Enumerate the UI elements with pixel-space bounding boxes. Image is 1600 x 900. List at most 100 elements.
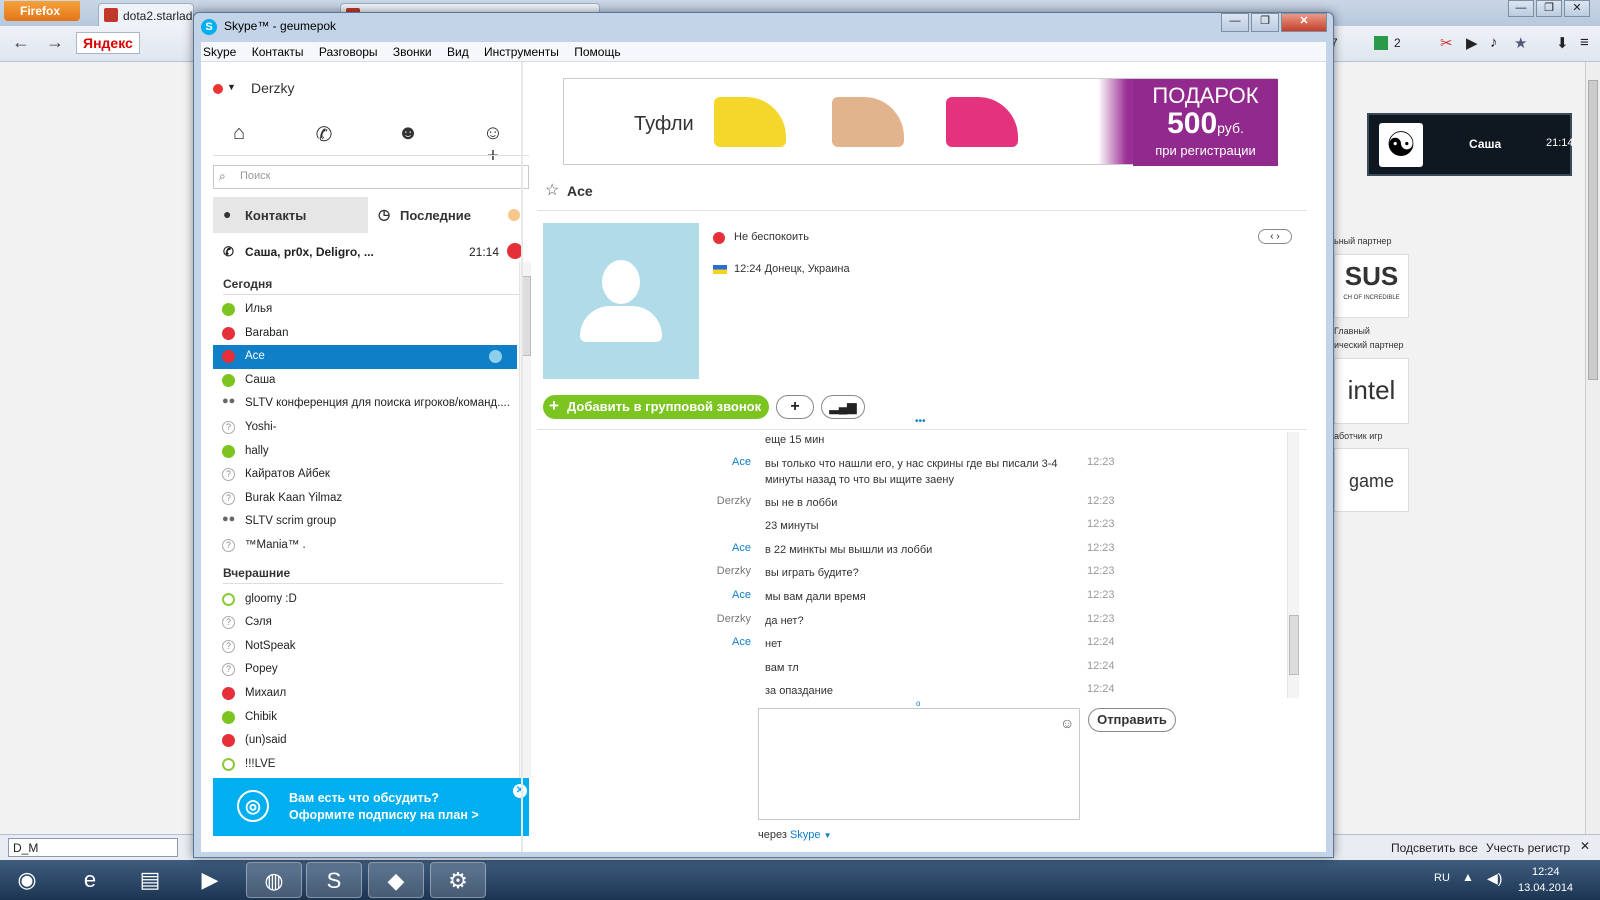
list-item[interactable]: ? Сэля — [213, 611, 517, 635]
minimize-icon[interactable]: — — [1221, 13, 1249, 32]
message-text: еще 15 мин — [765, 434, 825, 446]
list-item[interactable]: Ace — [213, 345, 517, 370]
contacts-group-icon[interactable]: ☻ — [393, 122, 423, 148]
group-yesterday: Вчерашние — [223, 565, 291, 580]
highlight-all-button[interactable]: Подсветить все — [1391, 841, 1478, 855]
addon-counter-2[interactable]: 2 — [1394, 36, 1401, 50]
yandex-address[interactable]: Яндекс — [76, 32, 140, 54]
close-icon[interactable]: ✕ — [1580, 839, 1590, 853]
steam-icon[interactable]: ⚙ — [430, 862, 486, 898]
ad-text: Туфли — [634, 113, 694, 135]
volume-icon[interactable]: ◀) — [1487, 870, 1502, 887]
game-logo[interactable]: game — [1334, 448, 1409, 512]
list-item[interactable]: Михаил — [213, 682, 517, 706]
maximize-icon[interactable]: ❐ — [1536, 0, 1562, 17]
add-plus-button[interactable]: + — [776, 395, 814, 419]
emoticon-icon[interactable]: ☺ — [1060, 715, 1074, 731]
list-item[interactable]: gloomy :D — [213, 588, 517, 612]
list-item[interactable]: Илья — [213, 298, 517, 322]
list-item[interactable]: ●● SLTV scrim group — [213, 510, 517, 534]
phone-icon[interactable]: ✆ — [309, 122, 339, 148]
list-item[interactable]: Baraban — [213, 322, 517, 346]
list-item[interactable]: Chibik — [213, 706, 517, 730]
addon-icon[interactable] — [1374, 36, 1388, 50]
home-icon[interactable]: ⌂ — [224, 122, 254, 148]
browser-tab[interactable]: dota2.starlad — [98, 3, 194, 26]
chat-notification[interactable]: ☯ Саша 21:14 — [1367, 113, 1574, 176]
back-icon[interactable]: ← — [12, 32, 30, 53]
page-scrollbar[interactable] — [1585, 62, 1600, 834]
close-icon[interactable]: ✕ — [1564, 0, 1590, 17]
list-item[interactable]: ? Popey — [213, 658, 517, 682]
ad-banner[interactable]: Туфли ПОДАРОК 500руб. при регистрации — [563, 78, 1278, 166]
menu-help[interactable]: Помощь — [574, 45, 620, 59]
list-item[interactable]: ? Кайратов Айбек — [213, 463, 517, 487]
messages-scrollbar[interactable] — [1287, 432, 1299, 698]
menu-tools[interactable]: Инструменты — [484, 45, 559, 59]
start-orb-icon[interactable]: ◉ — [2, 862, 52, 898]
resize-handle-icon[interactable]: o — [916, 699, 920, 708]
profile-pager[interactable]: ‹ › — [1258, 229, 1292, 244]
my-status-icon[interactable] — [213, 84, 223, 94]
intel-logo[interactable]: intel — [1334, 358, 1409, 424]
send-button[interactable]: Отправить — [1088, 708, 1176, 732]
download-icon[interactable]: ⬇ — [1556, 34, 1569, 52]
menu-view[interactable]: Вид — [447, 45, 469, 59]
close-icon[interactable]: ✕ — [513, 784, 527, 798]
list-item[interactable]: (un)said — [213, 729, 517, 753]
call-quality-icon[interactable]: ▂▄▆ — [821, 395, 865, 419]
add-contact-icon[interactable]: ☺+ — [478, 122, 508, 167]
menu-icon[interactable]: ≡ — [1580, 34, 1589, 51]
minimize-icon[interactable]: — — [1508, 0, 1534, 17]
asus-logo[interactable]: SUS CH OF INCREDIBLE — [1334, 254, 1409, 318]
tab-contacts[interactable]: ● Контакты — [213, 197, 368, 233]
maximize-icon[interactable]: ❐ — [1251, 13, 1279, 32]
folder-icon[interactable]: ▤ — [122, 862, 178, 898]
list-item[interactable]: ? Yoshi- — [213, 416, 517, 440]
match-case-button[interactable]: Учесть регистр — [1486, 841, 1570, 855]
send-via[interactable]: через Skype ▼ — [758, 829, 832, 841]
more-dots-icon[interactable]: ••• — [915, 416, 926, 427]
ie-icon[interactable]: e — [62, 862, 118, 898]
media-player-icon[interactable]: ▶ — [182, 862, 238, 898]
scroll-thumb[interactable] — [1289, 615, 1299, 675]
my-name[interactable]: Derzky — [251, 80, 295, 96]
forward-icon[interactable]: → — [46, 32, 64, 53]
scissors-icon[interactable]: ✂ — [1440, 34, 1453, 52]
menu-conversations[interactable]: Разговоры — [319, 45, 378, 59]
tray-arrow-icon[interactable]: ▲ — [1462, 870, 1474, 884]
promo-banner[interactable]: ◎ Вам есть что обсудить? Оформите подпис… — [213, 778, 529, 836]
favorite-star-icon[interactable]: ☆ — [545, 180, 559, 200]
splitter[interactable] — [521, 62, 523, 852]
message-input[interactable] — [758, 708, 1080, 820]
contact-name: Ace — [245, 350, 265, 363]
list-item[interactable]: hally — [213, 440, 517, 464]
play-icon[interactable]: ▶ — [1466, 34, 1478, 52]
list-item[interactable]: ? Burak Kaan Yilmaz — [213, 487, 517, 511]
chevron-down-icon[interactable]: ▼ — [227, 82, 236, 92]
speaker-icon[interactable]: ♪ — [1490, 34, 1498, 51]
firefox-icon[interactable]: ◍ — [246, 862, 302, 898]
via-link[interactable]: Skype — [790, 829, 821, 841]
firefox-menu-button[interactable]: Firefox — [4, 1, 80, 21]
list-item[interactable]: ? ™Mania™ . — [213, 534, 517, 558]
menu-contacts[interactable]: Контакты — [252, 45, 304, 59]
menu-skype[interactable]: Skype — [203, 45, 236, 59]
list-item[interactable]: ? NotSpeak — [213, 635, 517, 659]
add-to-group-call-button[interactable]: + Добавить в групповой звонок — [543, 395, 769, 419]
dnd-status-icon — [222, 734, 235, 748]
find-input[interactable]: D_M — [8, 838, 178, 857]
close-icon[interactable]: ✕ — [1281, 13, 1327, 32]
list-item[interactable]: ●● SLTV конференция для поиска игроков/ко… — [213, 392, 517, 416]
language-indicator[interactable]: RU — [1434, 872, 1450, 884]
menu-calls[interactable]: Звонки — [393, 45, 432, 59]
skype-icon[interactable]: S — [306, 862, 362, 898]
via-label: через — [758, 829, 787, 841]
tab-recent[interactable]: ◷ Последние — [368, 197, 529, 233]
active-call-row[interactable]: ✆ Саша, pr0x, Deligro, ... 21:14 — [213, 240, 529, 266]
dota-icon[interactable]: ◆ — [368, 862, 424, 898]
search-input[interactable]: Поиск — [213, 165, 529, 189]
list-item[interactable]: Саша — [213, 369, 517, 393]
list-item[interactable]: !!!LVE — [213, 753, 517, 777]
star-icon[interactable]: ★ — [1514, 34, 1527, 52]
